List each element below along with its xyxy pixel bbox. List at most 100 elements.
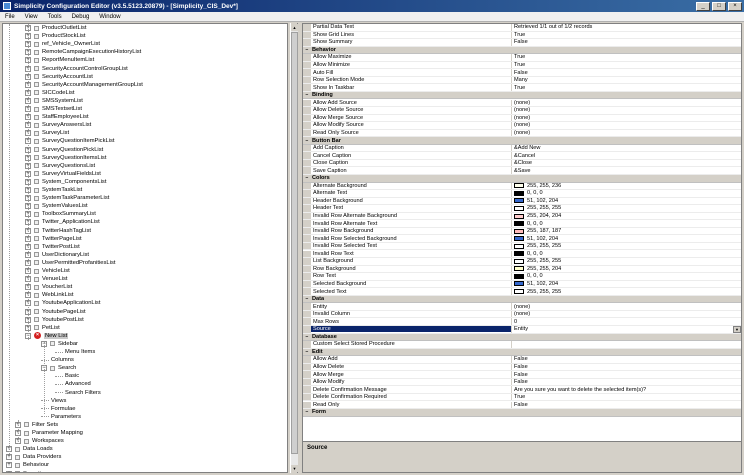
collapse-icon[interactable]: − <box>303 349 311 355</box>
property-value[interactable]: Retrieved 1/1 out of 1/2 records <box>511 24 741 31</box>
tree-node[interactable]: + SystemTaskParameterList <box>25 194 109 202</box>
tree-node[interactable]: + Behaviour <box>6 461 49 469</box>
collapse-icon[interactable]: − <box>303 296 311 302</box>
property-row[interactable]: Allow Minimize True <box>303 61 741 70</box>
tree-node[interactable]: − Search <box>41 364 76 372</box>
property-row[interactable]: Invalid Row Text 0, 0, 0 <box>303 250 741 259</box>
property-value[interactable]: 255, 204, 204 <box>511 212 741 220</box>
property-row[interactable]: Header Background 51, 102, 204 <box>303 197 741 206</box>
property-value[interactable]: 255, 255, 255 <box>511 205 741 212</box>
property-row[interactable]: Add Caption &Add New <box>303 144 741 153</box>
tree-node[interactable]: + SurveyVirtualFieldsList <box>25 170 101 178</box>
property-row[interactable]: Delete Confirmation Message Are you sure … <box>303 386 741 394</box>
scroll-down-arrow[interactable]: ▼ <box>291 465 298 472</box>
property-value[interactable]: (none) <box>511 129 741 137</box>
property-row[interactable]: Partial Data Text Retrieved 1/1 out of 1/… <box>303 24 741 32</box>
property-category[interactable]: − Database <box>303 333 741 342</box>
menu-view[interactable]: View <box>20 14 43 20</box>
tree-node[interactable]: + SurveyQuestionsList <box>25 162 95 170</box>
property-value[interactable]: False <box>511 69 741 76</box>
minimize-button[interactable]: _ <box>696 1 710 11</box>
property-category[interactable]: − Edit <box>303 348 741 357</box>
property-value[interactable]: 0, 0, 0 <box>511 273 741 280</box>
maximize-button[interactable]: □ <box>712 1 726 11</box>
collapse-icon[interactable]: − <box>303 92 311 98</box>
tree-node[interactable]: + ToolboxSummaryList <box>25 210 96 218</box>
tree-node[interactable]: + SICCodeList <box>25 89 75 97</box>
tree-node[interactable]: Parameters <box>41 413 81 421</box>
tree-node[interactable]: + Data Providers <box>6 453 61 461</box>
property-value[interactable]: 0, 0, 0 <box>511 220 741 227</box>
property-row[interactable]: Cancel Caption &Cancel <box>303 152 741 160</box>
tree-node[interactable]: + ref_Vehicle_OwnerList <box>25 40 100 48</box>
property-row[interactable]: Allow Maximize True <box>303 54 741 62</box>
property-value[interactable]: False <box>511 356 741 363</box>
tree-node[interactable]: Menu Items <box>55 348 95 356</box>
property-category[interactable]: − Button Bar <box>303 137 741 145</box>
property-value[interactable]: (none) <box>511 303 741 310</box>
property-category[interactable]: − Form <box>303 409 741 417</box>
property-value[interactable]: 0 <box>511 318 741 325</box>
property-value[interactable]: &Add New <box>511 144 741 152</box>
tree-node[interactable]: + SMSSystemList <box>25 97 83 105</box>
property-value[interactable]: False <box>511 371 741 378</box>
property-value[interactable]: 255, 255, 255 <box>511 258 741 265</box>
property-value[interactable]: True <box>511 54 741 61</box>
property-value[interactable]: 0, 0, 0 <box>511 250 741 258</box>
property-row[interactable]: Allow Modify Source (none) <box>303 122 741 130</box>
tree-node[interactable]: + SMSTextsetList <box>25 105 82 113</box>
tree-node[interactable]: + YoutubeApplicationList <box>25 299 100 307</box>
property-row[interactable]: Allow Add False <box>303 356 741 364</box>
tree-node[interactable]: − × New List <box>25 332 69 340</box>
property-value[interactable]: False <box>511 363 741 371</box>
property-row[interactable]: Header Text 255, 255, 255 <box>303 205 741 213</box>
menu-debug[interactable]: Debug <box>67 14 95 20</box>
tree-node[interactable]: + ProductOutletList <box>25 24 86 32</box>
property-category[interactable]: − Behavior <box>303 46 741 55</box>
expand-icon[interactable]: + <box>6 470 12 472</box>
property-row[interactable]: Read Only False <box>303 401 741 410</box>
property-row[interactable]: Allow Add Source (none) <box>303 99 741 108</box>
property-category[interactable]: − Colors <box>303 175 741 183</box>
property-row[interactable]: Row Selection Mode Many <box>303 76 741 85</box>
property-row[interactable]: Invalid Row Alternate Text 0, 0, 0 <box>303 220 741 228</box>
property-row[interactable]: Show In Taskbar True <box>303 84 741 92</box>
property-row[interactable]: Selected Text 255, 255, 255 <box>303 288 741 296</box>
tree-node[interactable]: + SurveyQuestionItemPickList <box>25 137 115 145</box>
property-row[interactable]: Row Text 0, 0, 0 <box>303 273 741 281</box>
property-value[interactable]: True <box>511 31 741 39</box>
collapse-icon[interactable]: − <box>303 138 311 144</box>
tree-node[interactable]: + SecurityAccountList <box>25 73 93 81</box>
tree-node[interactable]: + YoutubePageList <box>25 308 86 316</box>
property-row[interactable]: Custom Select Stored Procedure <box>303 341 741 349</box>
property-value[interactable]: True <box>511 393 741 401</box>
collapse-icon[interactable]: − <box>303 47 311 53</box>
property-value[interactable]: &Save <box>511 167 741 174</box>
property-value[interactable]: 255, 255, 255 <box>511 242 741 250</box>
property-value[interactable]: Are you sure you want to delete the sele… <box>511 386 741 393</box>
property-row[interactable]: Save Caption &Save <box>303 167 741 175</box>
tree-node[interactable]: + ProductStockList <box>25 32 86 40</box>
property-row[interactable]: Read Only Source (none) <box>303 129 741 138</box>
tree-node[interactable]: + Security <box>6 470 44 472</box>
property-row[interactable]: Delete Confirmation Required True <box>303 393 741 402</box>
menu-window[interactable]: Window <box>94 14 125 20</box>
tree-node[interactable]: + Parameter Mapping <box>15 429 83 437</box>
property-row[interactable]: Invalid Row Alternate Background 255, 204… <box>303 212 741 221</box>
property-row[interactable]: Alternate Text 0, 0, 0 <box>303 190 741 198</box>
tree-node[interactable]: + SurveyQuestionItemsList <box>25 154 106 162</box>
tree-node[interactable]: + SurveyQuestionPickList <box>25 146 103 154</box>
collapse-icon[interactable]: − <box>303 409 311 415</box>
tree-node[interactable]: + VehicleList <box>25 267 70 275</box>
tree-node[interactable]: + Workspaces <box>15 437 64 445</box>
collapse-icon[interactable]: − <box>303 334 311 340</box>
property-value[interactable]: Entity ▼ <box>511 326 741 333</box>
property-category[interactable]: − Data <box>303 295 741 304</box>
property-value[interactable]: 255, 187, 187 <box>511 227 741 235</box>
tree-node[interactable]: + SurveyList <box>25 129 69 137</box>
property-row[interactable]: Max Rows 0 <box>303 318 741 326</box>
tree-node[interactable]: + SystemTaskList <box>25 186 82 194</box>
property-value[interactable]: (none) <box>511 99 741 107</box>
property-row[interactable]: Row Background 255, 255, 204 <box>303 265 741 274</box>
property-row[interactable]: Source Entity ▼ <box>303 326 741 334</box>
